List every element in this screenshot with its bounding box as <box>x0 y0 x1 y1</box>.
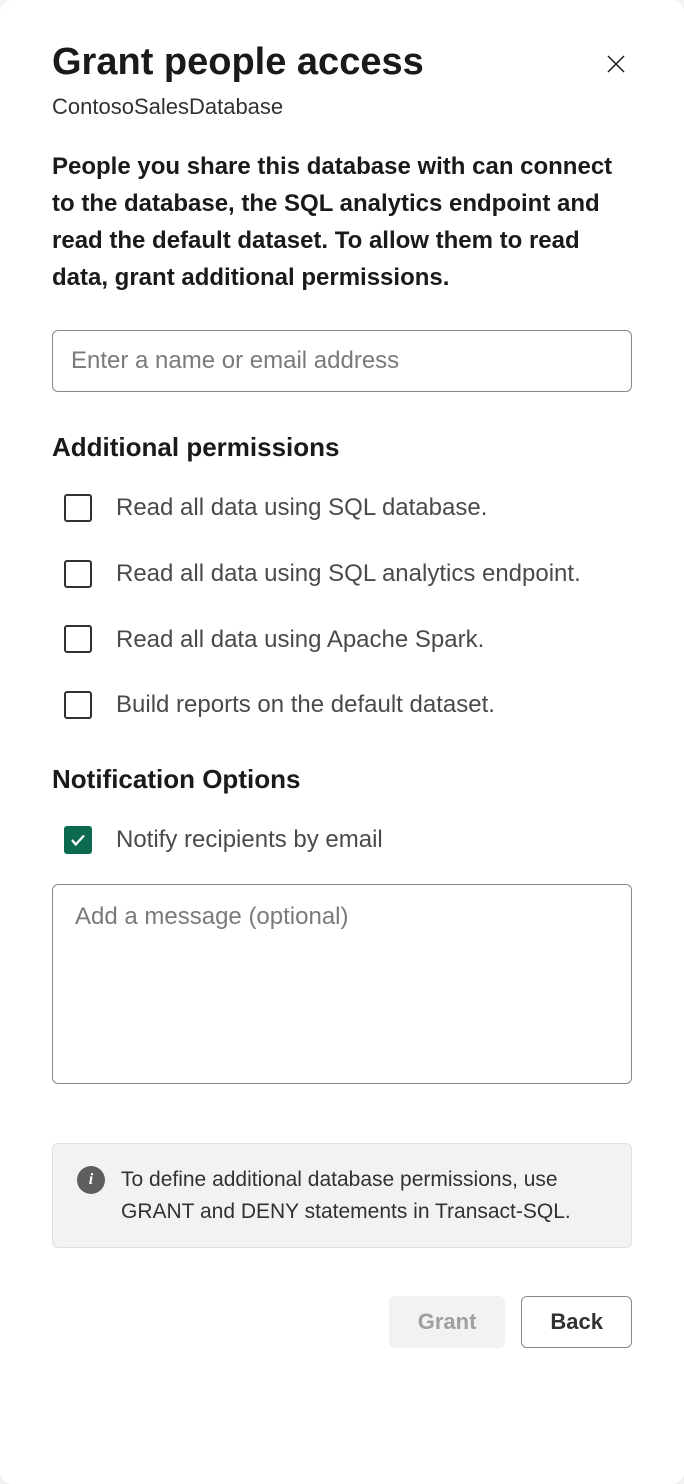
permissions-group: Read all data using SQL database. Read a… <box>52 491 632 721</box>
message-textarea[interactable] <box>52 884 632 1084</box>
checkbox-icon <box>64 625 92 653</box>
checkbox-label: Read all data using SQL analytics endpoi… <box>116 557 581 591</box>
dialog-description: People you share this database with can … <box>52 148 632 297</box>
permission-sql-analytics[interactable]: Read all data using SQL analytics endpoi… <box>52 557 632 591</box>
grant-access-dialog: Grant people access ContosoSalesDatabase… <box>0 0 684 1484</box>
name-email-input[interactable] <box>52 330 632 392</box>
dialog-header: Grant people access ContosoSalesDatabase <box>52 40 632 120</box>
checkbox-icon <box>64 494 92 522</box>
close-icon <box>604 52 628 76</box>
dialog-subtitle: ContosoSalesDatabase <box>52 94 632 120</box>
info-text: To define additional database permission… <box>121 1164 607 1227</box>
grant-button[interactable]: Grant <box>389 1296 506 1348</box>
permissions-heading: Additional permissions <box>52 432 632 463</box>
checkbox-label: Notify recipients by email <box>116 823 383 857</box>
permission-apache-spark[interactable]: Read all data using Apache Spark. <box>52 623 632 657</box>
back-button[interactable]: Back <box>521 1296 632 1348</box>
info-box: i To define additional database permissi… <box>52 1143 632 1248</box>
checkbox-icon <box>64 691 92 719</box>
dialog-title: Grant people access <box>52 40 632 86</box>
close-button[interactable] <box>600 48 632 80</box>
checkbox-label: Build reports on the default dataset. <box>116 688 495 722</box>
checkbox-label: Read all data using SQL database. <box>116 491 487 525</box>
checkbox-icon <box>64 560 92 588</box>
notification-heading: Notification Options <box>52 764 632 795</box>
notification-section: Notification Options Notify recipients b… <box>52 764 632 1120</box>
permission-sql-database[interactable]: Read all data using SQL database. <box>52 491 632 525</box>
permission-build-reports[interactable]: Build reports on the default dataset. <box>52 688 632 722</box>
button-row: Grant Back <box>52 1296 632 1348</box>
notify-recipients-checkbox[interactable]: Notify recipients by email <box>52 823 632 857</box>
checkbox-label: Read all data using Apache Spark. <box>116 623 484 657</box>
checkbox-icon <box>64 826 92 854</box>
info-icon: i <box>77 1166 105 1194</box>
